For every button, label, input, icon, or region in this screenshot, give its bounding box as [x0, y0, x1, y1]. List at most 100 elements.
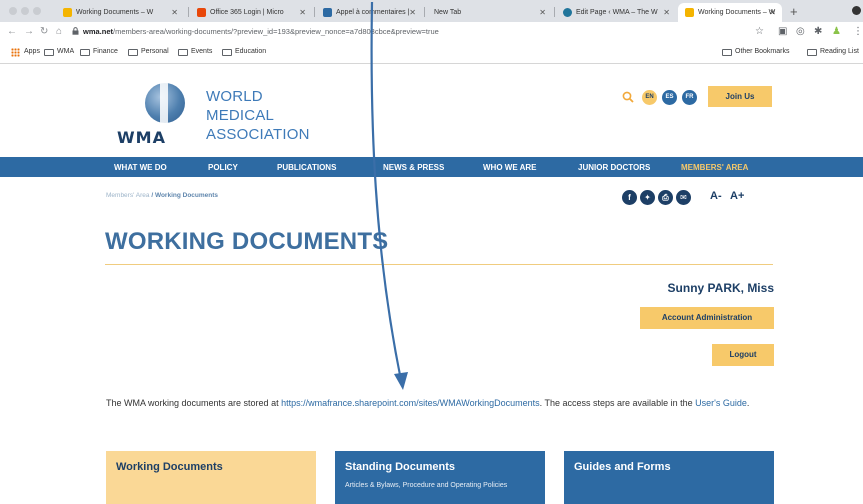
folder-icon: [44, 49, 54, 56]
org-name-line: MEDICAL: [206, 107, 275, 124]
close-tab-icon[interactable]: ✕: [299, 8, 306, 17]
nav-item-what-we-do[interactable]: WHAT WE DO: [114, 163, 167, 172]
lang-es-button[interactable]: ES: [662, 90, 677, 105]
card-description: Articles & Bylaws, Procedure and Operati…: [345, 482, 508, 489]
logout-button[interactable]: Logout: [712, 344, 774, 366]
maximize-window-icon[interactable]: [33, 7, 41, 15]
title-divider: [105, 264, 773, 265]
browser-tab[interactable]: Office 365 Login | Micro ✕: [190, 3, 312, 22]
close-tab-icon[interactable]: ✕: [663, 8, 670, 17]
minimize-window-icon[interactable]: [21, 7, 29, 15]
serpent-logo-icon: [160, 80, 168, 126]
tab-title: Working Documents – W: [698, 9, 776, 16]
tab-title: Working Documents – W: [76, 9, 154, 16]
browser-tab[interactable]: Working Documents – W ✕: [56, 3, 184, 22]
bookmark-reading-list[interactable]: Reading List: [807, 48, 859, 56]
forward-icon[interactable]: →: [24, 26, 34, 37]
account-administration-button[interactable]: Account Administration: [640, 307, 774, 329]
bookmark-folder[interactable]: Events: [178, 48, 212, 56]
office-favicon-icon: [197, 8, 206, 17]
browser-tab-active[interactable]: Working Documents – W ✕: [678, 3, 782, 22]
url-path: /members-area/working-documents/?preview…: [113, 27, 439, 36]
org-name-line: WORLD: [206, 88, 263, 105]
org-name-line: ASSOCIATION: [206, 126, 310, 143]
apps-grid-icon: [11, 48, 20, 57]
breadcrumb-link[interactable]: Members' Area: [106, 192, 150, 199]
join-us-button[interactable]: Join Us: [708, 86, 772, 107]
intro-text: . The access steps are available in the: [539, 398, 696, 408]
browser-tab[interactable]: New Tab ✕: [426, 3, 552, 22]
folder-icon: [128, 49, 138, 56]
lang-fr-button[interactable]: FR: [682, 90, 697, 105]
home-icon[interactable]: ⌂: [56, 26, 62, 37]
browser-tab[interactable]: Appel à commentaires | ✕: [316, 3, 422, 22]
close-tab-icon[interactable]: ✕: [769, 8, 776, 17]
close-tab-icon[interactable]: ✕: [171, 8, 178, 17]
bookmark-folder[interactable]: WMA: [44, 48, 75, 56]
menu-icon[interactable]: ⋮: [853, 26, 863, 37]
bookmark-label: Education: [235, 48, 267, 55]
font-larger-button[interactable]: A+: [730, 190, 744, 202]
bookmark-folder[interactable]: Finance: [80, 48, 118, 56]
email-icon[interactable]: ✉: [676, 190, 691, 205]
bookmark-label: Other Bookmarks: [735, 48, 790, 55]
url-field[interactable]: wma.net/members-area/working-documents/?…: [83, 27, 439, 36]
bookmark-folder[interactable]: Personal: [128, 48, 169, 56]
facebook-icon[interactable]: f: [622, 190, 637, 205]
bookmark-label: WMA: [57, 48, 75, 55]
lock-icon[interactable]: [72, 27, 79, 35]
card-guides-and-forms[interactable]: Guides and Forms: [564, 451, 774, 504]
nav-item-news-press[interactable]: NEWS & PRESS: [383, 163, 444, 172]
tab-separator: [424, 7, 425, 17]
folder-icon: [722, 49, 732, 56]
reading-list-icon: [807, 49, 817, 56]
font-smaller-button[interactable]: A-: [710, 190, 722, 202]
bookmark-label: Apps: [24, 48, 40, 55]
profile-icon[interactable]: [852, 6, 861, 15]
close-window-icon[interactable]: [9, 7, 17, 15]
bookmark-folder[interactable]: Education: [222, 48, 267, 56]
tab-title: Appel à commentaires |: [336, 9, 410, 16]
lang-en-button[interactable]: EN: [642, 90, 657, 105]
intro-paragraph: The WMA working documents are stored at …: [106, 396, 774, 411]
address-bar: ← → ↻ ⌂ wma.net/members-area/working-doc…: [0, 22, 863, 42]
page-title: WORKING DOCUMENTS: [105, 228, 389, 255]
page-favicon-icon: [323, 8, 332, 17]
puzzle-icon[interactable]: ✱: [814, 26, 822, 37]
card-standing-documents[interactable]: Standing Documents Articles & Bylaws, Pr…: [335, 451, 545, 504]
print-icon[interactable]: ⎙: [658, 190, 673, 205]
folder-icon: [222, 49, 232, 56]
bookmark-apps[interactable]: Apps: [11, 48, 40, 57]
bookmark-label: Personal: [141, 48, 169, 55]
nav-item-who-we-are[interactable]: WHO WE ARE: [483, 163, 536, 172]
twitter-icon[interactable]: ✦: [640, 190, 655, 205]
breadcrumb-current: / Working Documents: [151, 192, 219, 199]
nav-item-junior-doctors[interactable]: JUNIOR DOCTORS: [578, 163, 650, 172]
user-name: Sunny PARK, Miss: [667, 281, 774, 295]
close-tab-icon[interactable]: ✕: [409, 8, 416, 17]
main-navigation: WHAT WE DO POLICY PUBLICATIONS NEWS & PR…: [0, 157, 863, 177]
new-tab-icon[interactable]: +: [790, 4, 798, 19]
browser-tab[interactable]: Edit Page ‹ WMA – The W ✕: [556, 3, 676, 22]
extension-icon[interactable]: ▣: [778, 26, 787, 37]
nav-item-publications[interactable]: PUBLICATIONS: [277, 163, 336, 172]
nav-item-members-area[interactable]: MEMBERS' AREA: [681, 163, 748, 172]
card-working-documents[interactable]: Working Documents: [106, 451, 316, 504]
bookmarks-bar: Apps WMA Finance Personal Events Educati…: [0, 42, 863, 64]
extension-icon[interactable]: ♟: [832, 26, 841, 37]
tab-separator: [554, 7, 555, 17]
url-host: wma.net: [83, 27, 114, 36]
tab-title: Office 365 Login | Micro: [210, 9, 284, 16]
bookmark-other[interactable]: Other Bookmarks: [722, 48, 790, 56]
reload-icon[interactable]: ↻: [40, 26, 48, 37]
star-icon[interactable]: ☆: [755, 26, 764, 37]
users-guide-link[interactable]: User's Guide: [695, 398, 747, 408]
bookmark-label: Reading List: [820, 48, 859, 55]
extension-icon[interactable]: ◎: [796, 26, 805, 37]
nav-item-policy[interactable]: POLICY: [208, 163, 238, 172]
close-tab-icon[interactable]: ✕: [539, 8, 546, 17]
tab-separator: [314, 7, 315, 17]
sharepoint-link[interactable]: https://wmafrance.sharepoint.com/sites/W…: [281, 398, 540, 408]
search-icon[interactable]: [622, 91, 634, 103]
back-icon[interactable]: ←: [7, 26, 17, 37]
